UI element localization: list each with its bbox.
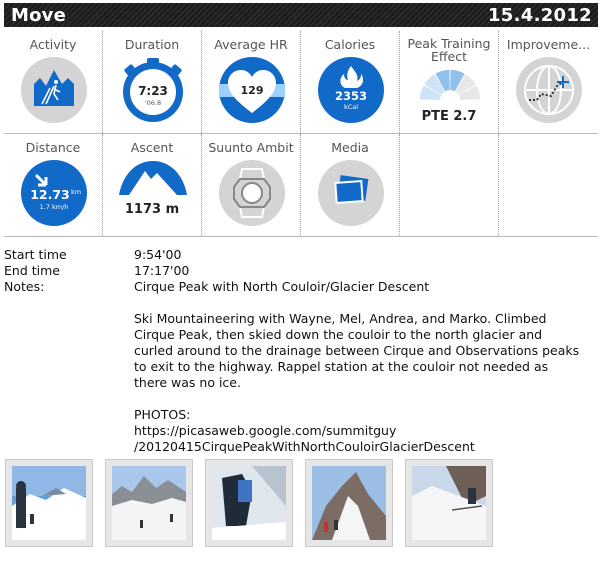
photo-snowfield: [112, 466, 186, 540]
tile-label: Ascent: [130, 140, 174, 155]
photos-label: PHOTOS:: [134, 407, 191, 422]
notes-paragraph: Ski Mountaineering with Wayne, Mel, Andr…: [134, 311, 580, 390]
watch-icon: [219, 160, 285, 226]
tile-device[interactable]: Suunto Ambit: [202, 134, 301, 236]
photo-thumbnail-3[interactable]: [205, 459, 293, 547]
photos-icon: [318, 160, 384, 226]
notes-title: Cirque Peak with North Couloir/Glacier D…: [134, 279, 430, 294]
tile-duration[interactable]: Duration 7:23 '06.8: [103, 31, 202, 133]
tile-label-line2: Effect: [431, 49, 467, 63]
tile-improvement[interactable]: Improveme...: [499, 31, 598, 133]
tile-ascent[interactable]: Ascent 1173 m: [103, 134, 202, 236]
mountain-icon: [119, 161, 187, 195]
move-details: Start time 9:54'00 End time 17:17'00 Not…: [4, 247, 598, 295]
calories-unit: kCal: [344, 103, 358, 111]
tile-distance[interactable]: Distance 12.73 km 1.7 km/h: [4, 134, 103, 236]
start-time-value: 9:54'00: [134, 247, 182, 262]
start-time-row: Start time 9:54'00: [4, 247, 598, 263]
heart-icon: 129: [219, 57, 285, 123]
notes-label: Notes:: [4, 279, 45, 294]
pte-value: PTE 2.7: [421, 109, 477, 124]
end-time-value: 17:17'00: [134, 263, 190, 278]
ski-touring-icon: [21, 57, 87, 123]
tile-label: Calories: [324, 37, 376, 52]
tile-label: Distance: [25, 140, 81, 155]
speed-value: 1.7 km/h: [40, 203, 69, 211]
stopwatch-icon: 7:23 '06.8: [123, 58, 183, 122]
photo-skier-closeup: [212, 466, 286, 540]
tile-empty: [499, 134, 598, 236]
tile-average-hr[interactable]: Average HR 129: [202, 31, 301, 133]
photos-link-line2[interactable]: /20120415CirquePeakWithNorthCouloirGlaci…: [134, 439, 584, 455]
tile-label: Suunto Ambit: [208, 140, 294, 155]
move-date: 15.4.2012: [487, 4, 592, 26]
move-title: Move: [11, 4, 67, 26]
duration-subvalue: '06.8: [145, 99, 161, 107]
tile-label: Improveme...: [506, 37, 591, 52]
notes-body: Ski Mountaineering with Wayne, Mel, Andr…: [134, 311, 584, 455]
hr-value: 129: [241, 84, 264, 97]
move-header: Move 15.4.2012: [4, 3, 598, 27]
tile-label: Activity: [29, 37, 77, 52]
photo-thumbnail-1[interactable]: [5, 459, 93, 547]
start-time-label: Start time: [4, 247, 67, 262]
photo-thumbnails: [5, 459, 505, 547]
flame-icon: 2353 kCal: [318, 57, 384, 123]
tile-peak-training-effect[interactable]: Peak Training Effect PTE 2.7: [400, 31, 499, 133]
calories-value: 2353: [335, 89, 367, 103]
distance-unit: km: [71, 188, 81, 196]
tile-label: Duration: [124, 37, 180, 52]
notes-row: Notes: Cirque Peak with North Couloir/Gl…: [4, 279, 598, 295]
photo-thumbnail-2[interactable]: [105, 459, 193, 547]
summary-row-1: Activity Duration 7:23 '06.8 Average HR …: [4, 31, 598, 134]
photo-skiers-group: [12, 466, 86, 540]
tile-activity[interactable]: Activity: [4, 31, 103, 133]
gauge-icon: [419, 69, 481, 100]
photo-glacier-skier: [412, 466, 486, 540]
photo-thumbnail-5[interactable]: [405, 459, 493, 547]
arrow-icon: 12.73 km 1.7 km/h: [21, 160, 87, 226]
end-time-label: End time: [4, 263, 60, 278]
distance-value: 12.73: [30, 187, 70, 202]
end-time-row: End time 17:17'00: [4, 263, 598, 279]
photo-couloir: [312, 466, 386, 540]
ascent-value: 1173 m: [124, 202, 180, 217]
tile-label: Media: [331, 140, 369, 155]
tile-media[interactable]: Media: [301, 134, 400, 236]
tile-label: Peak Training Effect: [400, 37, 498, 63]
summary-grid: Activity Duration 7:23 '06.8 Average HR …: [4, 31, 598, 237]
tile-empty: [400, 134, 499, 236]
duration-value: 7:23: [138, 84, 168, 98]
tile-calories[interactable]: Calories 2353 kCal: [301, 31, 400, 133]
globe-route-icon: [516, 57, 582, 123]
photos-link-line1[interactable]: https://picasaweb.google.com/summitguy: [134, 423, 584, 439]
tile-label: Average HR: [214, 37, 288, 52]
summary-row-2: Distance 12.73 km 1.7 km/h Ascent 1173 m…: [4, 134, 598, 237]
photo-thumbnail-4[interactable]: [305, 459, 393, 547]
